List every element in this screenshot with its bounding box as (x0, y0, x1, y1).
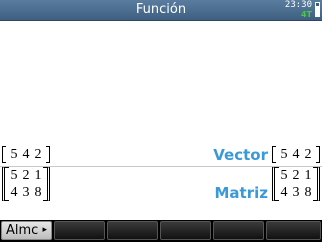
result-vector: 5 4 2 (272, 146, 320, 163)
submenu-arrow-icon: ▸ (42, 225, 47, 235)
matrix-cell: 2 (34, 147, 42, 162)
softkey-almc[interactable]: Almc ▸ (1, 221, 52, 240)
matrix-cell: 4 (292, 147, 300, 162)
matrix-cell: 5 (280, 168, 288, 183)
matrix-cell: 2 (292, 168, 300, 183)
matrix-row: 5 4 2 (272, 146, 320, 163)
softkey-menu: Almc ▸ (0, 220, 322, 242)
matrix-cell: 4 (280, 185, 288, 200)
variable-label: Vector (213, 146, 268, 164)
input-matrix: 5 2 1 4 3 8 (2, 167, 50, 201)
matrix-cell: 3 (22, 185, 30, 200)
clock: 23:30 (284, 0, 312, 10)
matrix-cell: 2 (304, 147, 312, 162)
angle-mode-indicator: 4T (300, 10, 312, 19)
history-entry-vector[interactable]: 5 4 2 Vector 5 4 2 (0, 146, 322, 167)
softkey-4[interactable] (160, 221, 211, 240)
softkey-6[interactable] (266, 221, 321, 240)
matrix-cell: 5 (10, 168, 18, 183)
result-matrix: 5 2 1 4 3 8 (272, 167, 320, 201)
matrix-cell: 3 (292, 185, 300, 200)
input-vector: 5 4 2 (2, 146, 50, 163)
matrix-cell: 4 (22, 147, 30, 162)
battery-icon (315, 2, 320, 17)
softkey-label: Almc (6, 223, 39, 238)
matrix-cell: 5 (10, 147, 18, 162)
variable-label: Matriz (214, 184, 269, 202)
app-title: Función (135, 2, 187, 17)
matrix-cell: 5 (280, 147, 288, 162)
softkey-5[interactable] (213, 221, 264, 240)
matrix-cell: 2 (22, 168, 30, 183)
softkey-2[interactable] (54, 221, 105, 240)
matrix-row: 5 4 2 (2, 146, 50, 163)
matrix-cell: 4 (10, 185, 18, 200)
history-entry-matrix[interactable]: 5 2 1 4 3 8 Matriz 5 2 1 4 3 8 (0, 167, 322, 205)
softkey-3[interactable] (107, 221, 158, 240)
home-history[interactable]: 5 4 2 Vector 5 4 2 5 2 1 4 3 8 Matriz 5 … (0, 21, 322, 219)
title-bar: Función 23:30 4T (0, 0, 322, 21)
